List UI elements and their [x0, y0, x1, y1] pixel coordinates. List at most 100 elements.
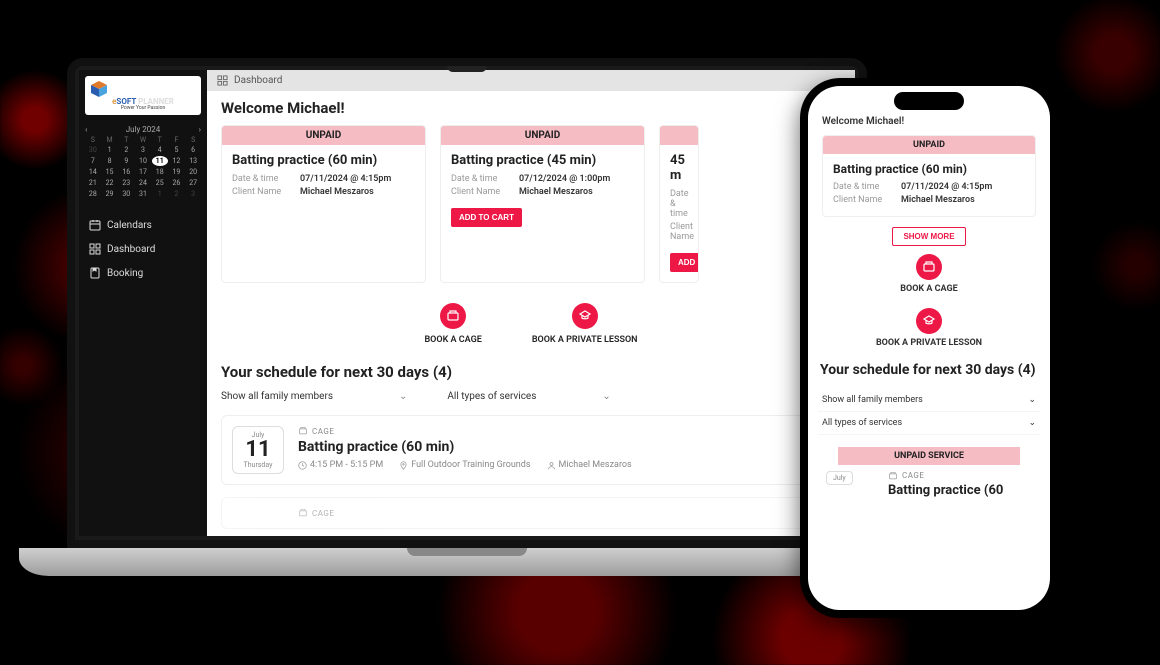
mobile-schedule-item[interactable]: UNPAID SERVICE CAGE July Batting practic… — [818, 447, 1040, 498]
topbar: Dashboard — [207, 70, 855, 91]
cal-day-other[interactable]: 1 — [152, 189, 168, 199]
cal-day[interactable]: 9 — [118, 156, 134, 166]
filter-services[interactable]: All types of services ⌄ — [447, 391, 610, 403]
card-client: Client NameMichael Meszaros — [232, 187, 415, 197]
schedule-title: Your schedule for next 30 days (4) — [221, 363, 841, 381]
cal-day[interactable]: 2 — [118, 145, 134, 155]
cal-day[interactable]: 21 — [85, 178, 101, 188]
cal-day[interactable]: 23 — [118, 178, 134, 188]
unpaid-service-badge: UNPAID SERVICE — [838, 447, 1020, 465]
mobile-welcome: Welcome Michael! — [818, 116, 1040, 127]
laptop-mockup: eSOFT PLANNER Power Your Passion ‹ July … — [67, 58, 867, 576]
cal-next-icon[interactable]: › — [199, 125, 201, 134]
mobile-schedule-title: Your schedule for next 30 days (4) — [818, 362, 1040, 379]
show-more-button[interactable]: SHOW MORE — [892, 227, 965, 246]
mobile-date-badge: July — [826, 471, 853, 485]
cal-day[interactable]: 22 — [102, 178, 118, 188]
logo-cube-icon — [89, 80, 197, 98]
sidebar-nav: Calendars Dashboard Booking — [79, 213, 207, 285]
cage-small-icon — [888, 471, 898, 481]
card-title: Batting practice (60 min) — [232, 153, 415, 168]
cage-small-icon — [298, 508, 308, 518]
date-dow: Thursday — [235, 461, 281, 469]
book-lesson-action[interactable]: BOOK A PRIVATE LESSON — [532, 303, 638, 345]
cal-day[interactable]: 12 — [169, 156, 185, 166]
cal-day[interactable]: 13 — [185, 156, 201, 166]
cal-day-other[interactable]: 3 — [185, 189, 201, 199]
nav-calendars[interactable]: Calendars — [79, 213, 207, 237]
cal-day-today[interactable]: 11 — [152, 156, 168, 166]
book-lesson-label: BOOK A PRIVATE LESSON — [532, 335, 638, 345]
chevron-down-icon: ⌄ — [602, 391, 610, 402]
mobile-book-lesson[interactable]: BOOK A PRIVATE LESSON — [818, 308, 1040, 348]
person-icon — [547, 461, 556, 470]
cal-day[interactable]: 24 — [135, 178, 151, 188]
cal-day-other[interactable]: 30 — [85, 145, 101, 155]
cage-small-icon — [298, 426, 308, 436]
mobile-filter-family[interactable]: Show all family members ⌄ — [818, 389, 1040, 412]
cal-dow: S — [85, 136, 101, 144]
calendar-icon — [89, 219, 101, 231]
cal-day[interactable]: 26 — [169, 178, 185, 188]
cal-day[interactable]: 29 — [102, 189, 118, 199]
filter-family[interactable]: Show all family members ⌄ — [221, 391, 407, 403]
cal-day[interactable]: 10 — [135, 156, 151, 166]
mobile-filter-services[interactable]: All types of services ⌄ — [818, 412, 1040, 435]
cal-day[interactable]: 4 — [152, 145, 168, 155]
cal-prev-icon[interactable]: ‹ — [85, 125, 87, 134]
cal-day[interactable]: 17 — [135, 167, 151, 177]
cal-dow: T — [152, 136, 168, 144]
cal-dow: F — [169, 136, 185, 144]
unpaid-cards-row: UNPAIDBatting practice (60 min)Date & ti… — [221, 125, 841, 283]
add-to-cart-button[interactable]: ADD TO CART — [451, 208, 522, 227]
cal-day[interactable]: 14 — [85, 167, 101, 177]
cal-day[interactable]: 30 — [118, 189, 134, 199]
nav-booking[interactable]: Booking — [79, 261, 207, 285]
cal-day[interactable]: 18 — [152, 167, 168, 177]
mobile-item-title: Batting practice (60 — [818, 483, 1040, 498]
cal-day-other[interactable]: 2 — [169, 189, 185, 199]
cal-day[interactable]: 3 — [135, 145, 151, 155]
unpaid-badge — [660, 126, 698, 145]
laptop-camera — [447, 64, 487, 72]
cal-day[interactable]: 15 — [102, 167, 118, 177]
cal-day[interactable]: 8 — [102, 156, 118, 166]
date-badge: July 11 Thursday — [232, 426, 284, 474]
nav-calendars-label: Calendars — [107, 220, 152, 231]
mini-calendar[interactable]: ‹ July 2024 › SMTWTFS3012345678910111213… — [85, 125, 201, 199]
cal-day[interactable]: 16 — [118, 167, 134, 177]
brand-logo: eSOFT PLANNER Power Your Passion — [85, 76, 201, 115]
unpaid-badge: UNPAID — [222, 126, 425, 145]
schedule-item[interactable]: July 11 Thursday CAGE Batting practice (… — [221, 415, 841, 485]
unpaid-card[interactable]: UNPAIDBatting practice (45 min)Date & ti… — [440, 125, 645, 283]
unpaid-card[interactable]: UNPAIDBatting practice (60 min)Date & ti… — [221, 125, 426, 283]
cal-dow: T — [118, 136, 134, 144]
mobile-unpaid-card[interactable]: UNPAID Batting practice (60 min) Date & … — [822, 135, 1036, 217]
cal-day[interactable]: 19 — [169, 167, 185, 177]
date-day: 11 — [235, 439, 281, 461]
clock-icon — [298, 461, 307, 470]
unpaid-card[interactable]: 45 mDate & timeClient NameADD — [659, 125, 699, 283]
cal-day[interactable]: 31 — [135, 189, 151, 199]
mobile-book-cage[interactable]: BOOK A CAGE — [818, 254, 1040, 294]
nav-booking-label: Booking — [107, 268, 143, 279]
book-cage-action[interactable]: BOOK A CAGE — [424, 303, 481, 345]
cal-day[interactable]: 25 — [152, 178, 168, 188]
dashboard-icon — [217, 75, 228, 86]
chevron-down-icon: ⌄ — [1028, 395, 1036, 405]
cal-day[interactable]: 28 — [85, 189, 101, 199]
nav-dashboard[interactable]: Dashboard — [79, 237, 207, 261]
schedule-item-next[interactable]: CAGE — [221, 497, 841, 529]
cal-day[interactable]: 1 — [102, 145, 118, 155]
mobile-card-title: Batting practice (60 min) — [833, 162, 1025, 176]
cal-dow: M — [102, 136, 118, 144]
add-to-cart-button[interactable]: ADD — [670, 253, 699, 272]
cal-day[interactable]: 6 — [185, 145, 201, 155]
filter-family-label: Show all family members — [221, 391, 333, 402]
cal-day[interactable]: 5 — [169, 145, 185, 155]
unpaid-badge: UNPAID — [441, 126, 644, 145]
cal-day[interactable]: 7 — [85, 156, 101, 166]
cal-day[interactable]: 20 — [185, 167, 201, 177]
cage-icon — [440, 303, 466, 329]
cal-day[interactable]: 27 — [185, 178, 201, 188]
